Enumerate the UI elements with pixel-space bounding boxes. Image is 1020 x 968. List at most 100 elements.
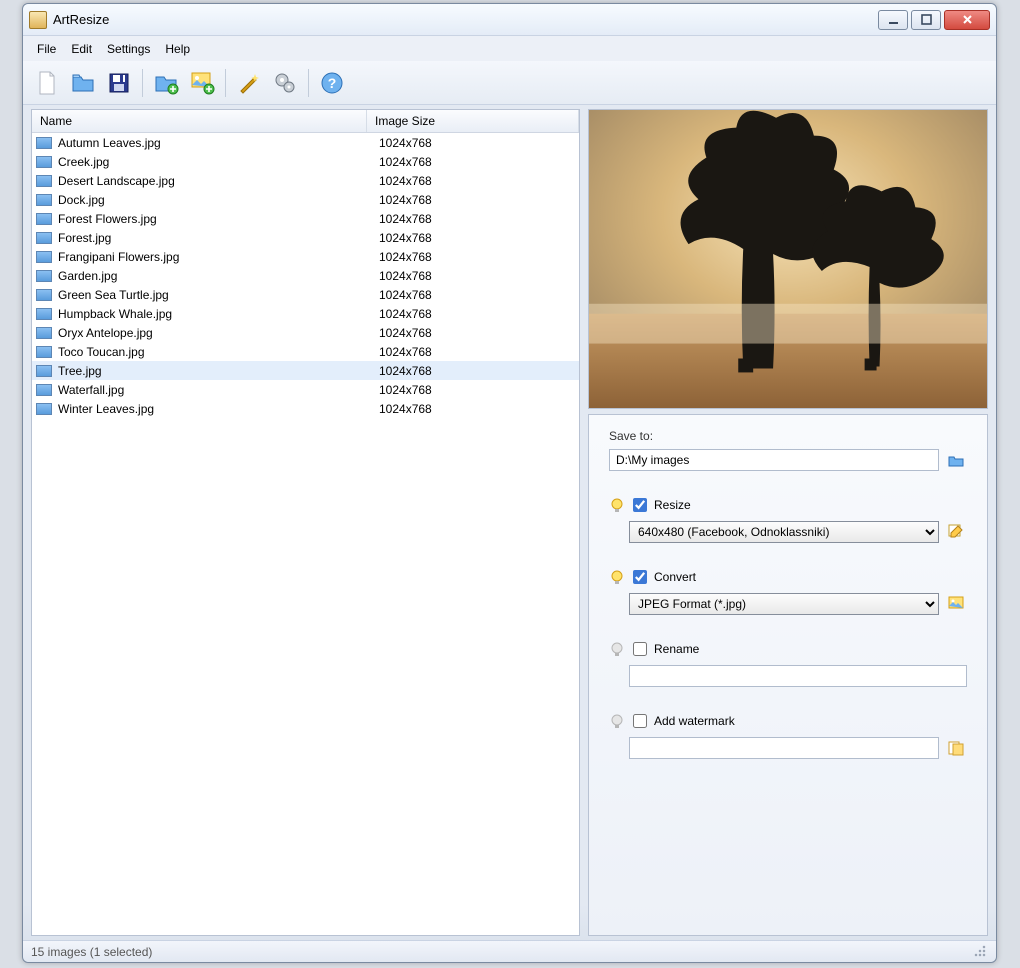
- file-size: 1024x768: [371, 250, 432, 264]
- browse-folder-button[interactable]: [945, 449, 967, 471]
- file-size: 1024x768: [371, 269, 432, 283]
- resize-select[interactable]: 640x480 (Facebook, Odnoklassniki): [629, 521, 939, 543]
- bulb-off-icon: [609, 713, 625, 729]
- image-thumb-icon: [36, 327, 52, 339]
- table-row[interactable]: Forest Flowers.jpg1024x768: [32, 209, 579, 228]
- menu-edit[interactable]: Edit: [65, 39, 98, 59]
- preview-panel: [588, 109, 988, 409]
- image-thumb-icon: [36, 232, 52, 244]
- table-row[interactable]: Autumn Leaves.jpg1024x768: [32, 133, 579, 152]
- file-size: 1024x768: [371, 212, 432, 226]
- convert-checkbox[interactable]: [633, 570, 647, 584]
- status-text: 15 images (1 selected): [31, 945, 152, 959]
- file-name: Creek.jpg: [58, 155, 371, 169]
- file-size: 1024x768: [371, 307, 432, 321]
- magic-wand-button[interactable]: [233, 67, 265, 99]
- file-size: 1024x768: [371, 364, 432, 378]
- list-header: Name Image Size: [32, 110, 579, 133]
- column-size[interactable]: Image Size: [367, 110, 579, 132]
- watermark-label[interactable]: Add watermark: [654, 714, 735, 728]
- file-name: Garden.jpg: [58, 269, 371, 283]
- image-thumb-icon: [36, 403, 52, 415]
- save-to-label: Save to:: [609, 429, 967, 443]
- save-to-input[interactable]: [609, 449, 939, 471]
- table-row[interactable]: Dock.jpg1024x768: [32, 190, 579, 209]
- maximize-button[interactable]: [911, 10, 941, 30]
- close-button[interactable]: [944, 10, 990, 30]
- open-folder-button[interactable]: [67, 67, 99, 99]
- title-bar[interactable]: ArtResize: [23, 4, 996, 36]
- table-row[interactable]: Winter Leaves.jpg1024x768: [32, 399, 579, 418]
- rename-label[interactable]: Rename: [654, 642, 699, 656]
- settings-gear-button[interactable]: [269, 67, 301, 99]
- table-row[interactable]: Green Sea Turtle.jpg1024x768: [32, 285, 579, 304]
- main-window: ArtResize File Edit Settings Help: [22, 3, 997, 963]
- file-list[interactable]: Autumn Leaves.jpg1024x768Creek.jpg1024x7…: [32, 133, 579, 935]
- menu-settings[interactable]: Settings: [101, 39, 156, 59]
- file-size: 1024x768: [371, 383, 432, 397]
- file-name: Oryx Antelope.jpg: [58, 326, 371, 340]
- image-thumb-icon: [36, 213, 52, 225]
- menu-bar: File Edit Settings Help: [23, 36, 996, 61]
- table-row[interactable]: Toco Toucan.jpg1024x768: [32, 342, 579, 361]
- file-size: 1024x768: [371, 231, 432, 245]
- file-size: 1024x768: [371, 345, 432, 359]
- table-row[interactable]: Forest.jpg1024x768: [32, 228, 579, 247]
- table-row[interactable]: Oryx Antelope.jpg1024x768: [32, 323, 579, 342]
- add-image-button[interactable]: [186, 67, 218, 99]
- file-name: Autumn Leaves.jpg: [58, 136, 371, 150]
- convert-options-button[interactable]: [945, 593, 967, 615]
- convert-select[interactable]: JPEG Format (*.jpg): [629, 593, 939, 615]
- table-row[interactable]: Creek.jpg1024x768: [32, 152, 579, 171]
- new-file-button[interactable]: [31, 67, 63, 99]
- preview-image: [589, 110, 987, 408]
- menu-help[interactable]: Help: [159, 39, 196, 59]
- resize-checkbox[interactable]: [633, 498, 647, 512]
- image-thumb-icon: [36, 251, 52, 263]
- image-thumb-icon: [36, 156, 52, 168]
- image-thumb-icon: [36, 270, 52, 282]
- file-size: 1024x768: [371, 193, 432, 207]
- file-name: Forest.jpg: [58, 231, 371, 245]
- toolbar: ?: [23, 61, 996, 105]
- table-row[interactable]: Desert Landscape.jpg1024x768: [32, 171, 579, 190]
- watermark-browse-button[interactable]: [945, 737, 967, 759]
- file-size: 1024x768: [371, 174, 432, 188]
- file-size: 1024x768: [371, 288, 432, 302]
- column-name[interactable]: Name: [32, 110, 367, 132]
- image-thumb-icon: [36, 137, 52, 149]
- image-thumb-icon: [36, 346, 52, 358]
- image-thumb-icon: [36, 175, 52, 187]
- bulb-off-icon: [609, 641, 625, 657]
- table-row[interactable]: Humpback Whale.jpg1024x768: [32, 304, 579, 323]
- table-row[interactable]: Tree.jpg1024x768: [32, 361, 579, 380]
- resize-grip[interactable]: [974, 945, 988, 959]
- image-thumb-icon: [36, 384, 52, 396]
- file-name: Toco Toucan.jpg: [58, 345, 371, 359]
- edit-resize-button[interactable]: [945, 521, 967, 543]
- image-thumb-icon: [36, 365, 52, 377]
- convert-label[interactable]: Convert: [654, 570, 696, 584]
- menu-file[interactable]: File: [31, 39, 62, 59]
- file-name: Desert Landscape.jpg: [58, 174, 371, 188]
- help-button[interactable]: ?: [316, 67, 348, 99]
- file-name: Waterfall.jpg: [58, 383, 371, 397]
- minimize-button[interactable]: [878, 10, 908, 30]
- save-button[interactable]: [103, 67, 135, 99]
- bulb-icon: [609, 569, 625, 585]
- watermark-input[interactable]: [629, 737, 939, 759]
- table-row[interactable]: Waterfall.jpg1024x768: [32, 380, 579, 399]
- add-folder-button[interactable]: [150, 67, 182, 99]
- rename-input[interactable]: [629, 665, 967, 687]
- table-row[interactable]: Frangipani Flowers.jpg1024x768: [32, 247, 579, 266]
- rename-checkbox[interactable]: [633, 642, 647, 656]
- window-title: ArtResize: [53, 12, 878, 27]
- app-icon: [29, 11, 47, 29]
- file-name: Dock.jpg: [58, 193, 371, 207]
- table-row[interactable]: Garden.jpg1024x768: [32, 266, 579, 285]
- status-bar: 15 images (1 selected): [23, 940, 996, 962]
- resize-label[interactable]: Resize: [654, 498, 691, 512]
- watermark-checkbox[interactable]: [633, 714, 647, 728]
- image-thumb-icon: [36, 308, 52, 320]
- options-panel: Save to: Resize 640x480 (Facebook, Odnok…: [588, 414, 988, 936]
